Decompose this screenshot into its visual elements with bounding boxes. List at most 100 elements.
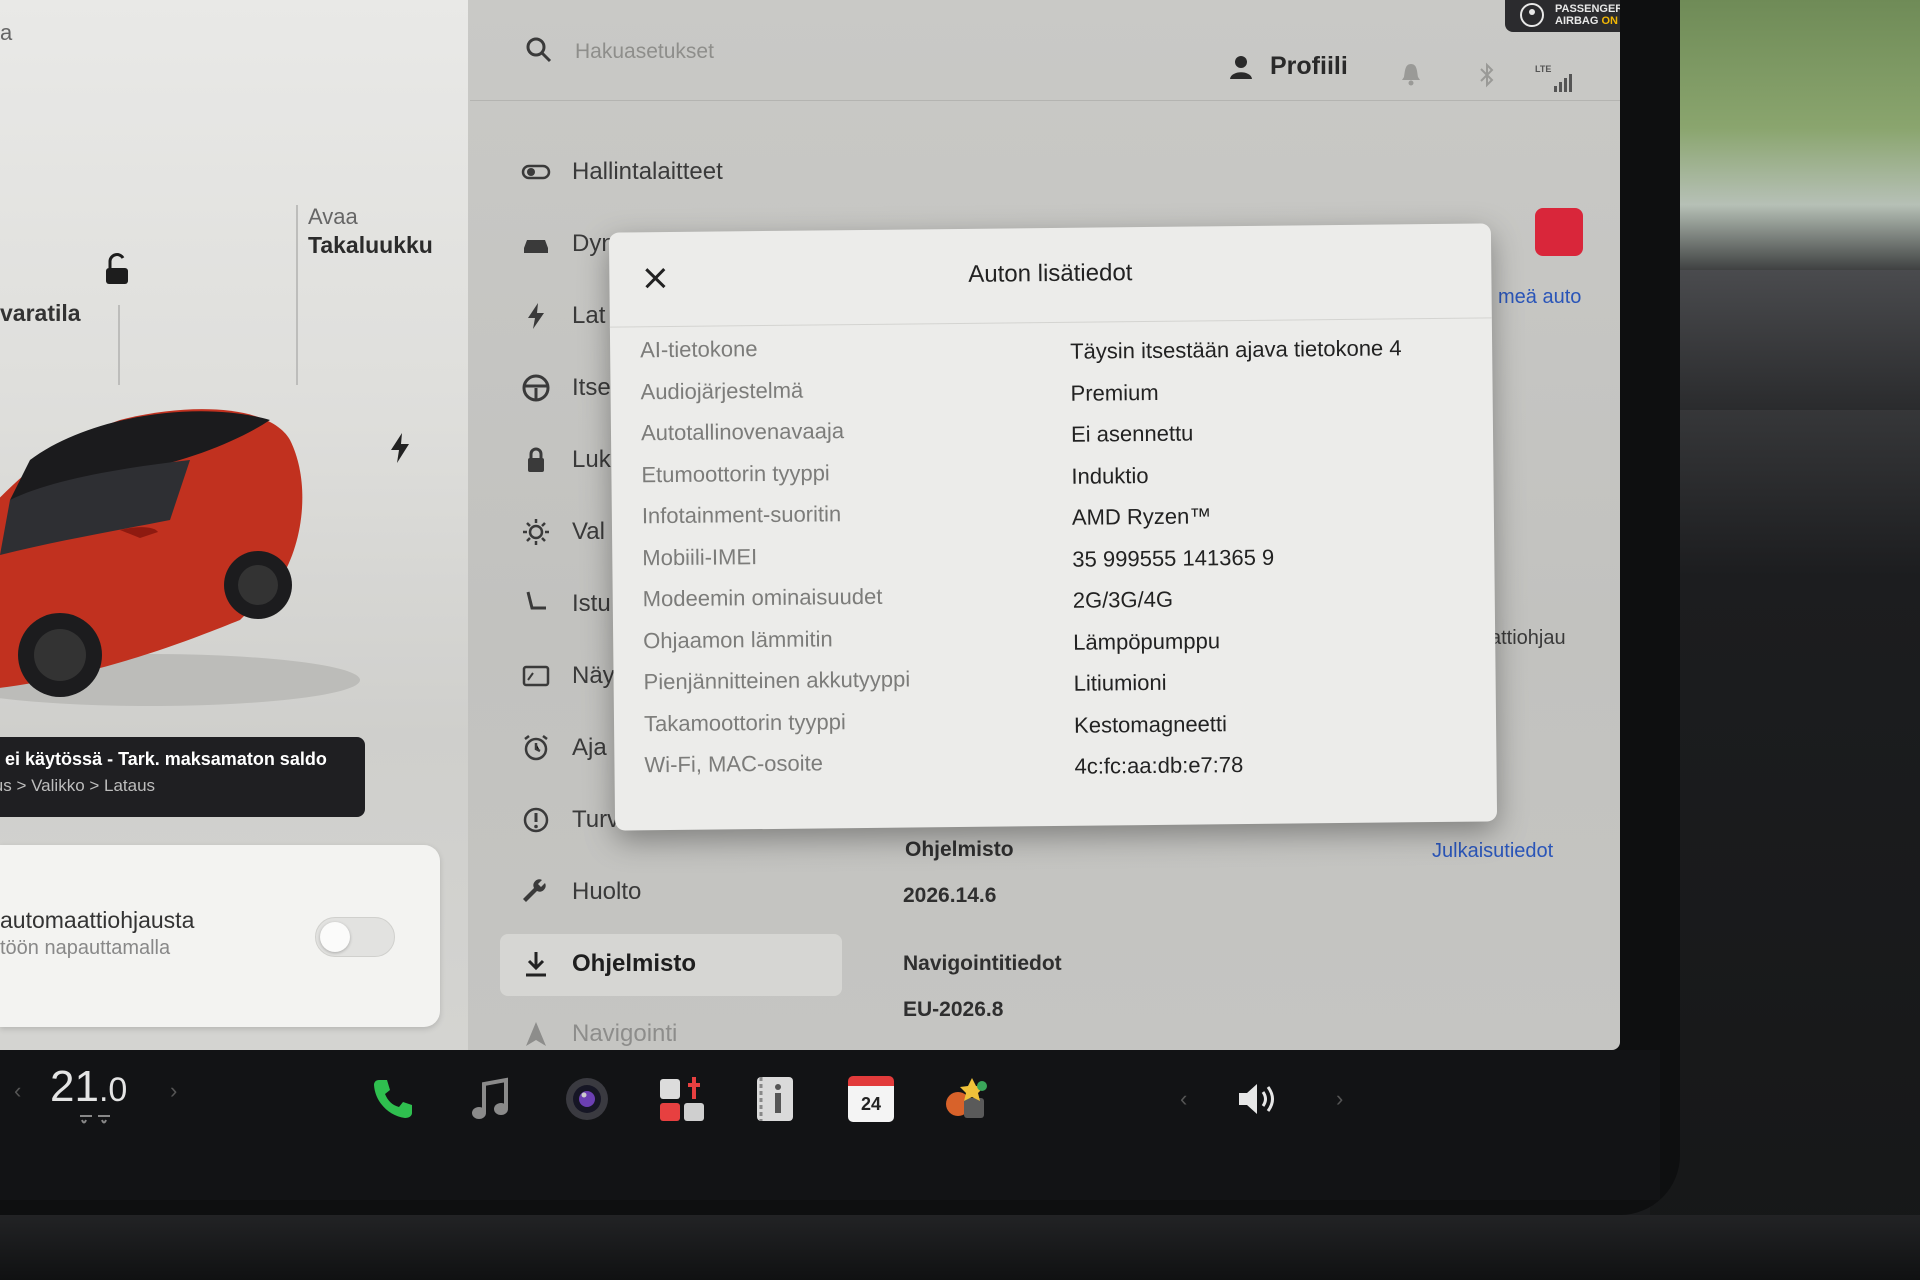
menu-item-controls[interactable]: Hallintalaitteet [520, 156, 723, 188]
menu-item-autopilot[interactable]: Itse [520, 372, 611, 404]
alert-subtitle: lus > Valikko > Lataus [0, 776, 156, 795]
software-label: Ohjelmisto [905, 838, 1014, 861]
bell-icon[interactable] [1400, 62, 1422, 86]
detail-row: Wi-Fi, MAC-osoite 4c:fc:aa:db:e7:78 [644, 744, 1474, 794]
detail-value: Kestomagneetti [1073, 710, 1228, 738]
menu-item-charging[interactable]: Lat [520, 300, 605, 332]
toybox-button[interactable] [655, 1072, 709, 1126]
autopilot-text: attiohjau [1490, 627, 1566, 649]
menu-item-display[interactable]: Näy [520, 660, 615, 692]
steering-wheel-icon [522, 374, 550, 402]
seat-icon [526, 591, 546, 610]
phone-button[interactable] [365, 1072, 419, 1126]
car-image [0, 409, 360, 706]
release-notes-link[interactable]: Julkaisutiedot [1432, 840, 1553, 863]
dialog-title: Auton lisätiedot [968, 259, 1133, 288]
open-trunk-button[interactable]: Takaluukku [308, 232, 433, 259]
cut-label: a [0, 20, 13, 45]
detail-label: Modeemin ominaisuudet [642, 583, 883, 612]
detail-label: Ohjaamon lämmitin [643, 625, 833, 653]
temp-up-chevron-icon[interactable]: › [170, 1078, 177, 1104]
menu-item-seats[interactable]: Istu [520, 588, 611, 620]
info-manual-icon [757, 1077, 793, 1121]
detail-label: Wi-Fi, MAC-osoite [644, 750, 824, 778]
detail-value: Ei asennettu [1070, 420, 1194, 447]
menu-item-lights[interactable]: Val [520, 516, 605, 548]
detail-value: Lämpöpumppu [1073, 627, 1221, 655]
camera-icon [566, 1078, 608, 1120]
menu-label: Itse [572, 374, 611, 401]
menu-label: Istu [572, 590, 611, 617]
car-name-link[interactable]: meä auto [1498, 286, 1581, 309]
software-version: 2026.14.6 [903, 884, 997, 907]
cabin-temperature[interactable]: 21.0 [50, 1062, 127, 1112]
speaker-icon [1239, 1084, 1274, 1114]
bluetooth-icon[interactable] [1478, 62, 1496, 88]
menu-label: Lat [572, 302, 606, 329]
alert-title: s ei käytössä - Tark. maksamaton saldo [0, 749, 327, 769]
manual-button[interactable] [748, 1072, 802, 1126]
profile-button[interactable]: Profiili [1228, 52, 1348, 81]
details-list: AI-tietokone Täysin itsestään ajava tieto… [640, 329, 1475, 794]
person-icon [1230, 55, 1252, 79]
signal-status: LTE [1535, 64, 1577, 92]
temp-down-chevron-icon[interactable]: ‹ [14, 1078, 21, 1104]
temperature-dec: .0 [98, 1071, 128, 1109]
red-badge [1535, 208, 1583, 256]
volume-down-chevron-icon[interactable]: ‹ [1180, 1086, 1187, 1112]
app-launcher-icon [946, 1078, 987, 1118]
music-note-icon [472, 1077, 508, 1119]
app-launcher-button[interactable] [940, 1072, 994, 1126]
toybox-icon [660, 1077, 704, 1121]
autopilot-card[interactable]: automaattiohjausta töön napauttamalla [0, 845, 440, 1027]
frunk-label[interactable]: varatila [0, 300, 81, 327]
detail-value: Premium [1070, 379, 1159, 406]
navigation-data-label: Navigointitiedot [903, 952, 1062, 975]
detail-label: Mobiili-IMEI [642, 543, 758, 570]
airbag-line1: PASSENGER [1555, 3, 1620, 15]
seat-heater-icon[interactable] [78, 1114, 114, 1130]
settings-search-input[interactable] [575, 36, 975, 68]
camera-button[interactable] [560, 1072, 614, 1126]
detail-value: Litiumioni [1073, 669, 1167, 696]
sun-icon [523, 519, 549, 545]
lte-label: LTE [1535, 64, 1552, 74]
menu-item-service[interactable]: Huolto [520, 876, 641, 908]
menu-item-dynamics[interactable]: Dyn [520, 228, 615, 260]
toggle-icon [521, 164, 551, 180]
volume-button[interactable] [1232, 1072, 1286, 1126]
profile-label: Profiili [1270, 52, 1348, 80]
volume-up-chevron-icon[interactable]: › [1336, 1086, 1343, 1112]
menu-item-navigation[interactable]: Navigointi [520, 1018, 677, 1050]
charge-port-bolt-icon[interactable] [388, 432, 412, 464]
dialog-header: Auton lisätiedot [608, 223, 1492, 328]
lock-icon [528, 447, 544, 472]
menu-label: Luk [572, 446, 611, 473]
menu-item-locks[interactable]: Luk [520, 444, 611, 476]
frunk-pointer-line [118, 305, 120, 385]
detail-value: Täysin itsestään ajava tietokone 4 [1070, 335, 1402, 364]
navigation-data-version: EU-2026.8 [903, 998, 1004, 1021]
menu-label: Navigointi [572, 1020, 678, 1047]
calendar-button[interactable]: 24 [844, 1072, 898, 1126]
detail-value: 35 999555 141365 9 [1072, 544, 1275, 572]
charging-alert[interactable]: s ei käytössä - Tark. maksamaton saldo l… [0, 737, 365, 817]
signal-bars-icon [1554, 74, 1572, 92]
temperature-int: 21 [50, 1062, 99, 1111]
navigation-icon [526, 1022, 546, 1046]
menu-item-software[interactable]: Ohjelmisto [520, 948, 696, 980]
menu-item-schedule[interactable]: Aja [520, 732, 607, 764]
clock-icon [524, 735, 548, 761]
music-button[interactable] [463, 1072, 517, 1126]
phone-icon [374, 1080, 412, 1118]
trunk-label-top: Avaa [308, 204, 358, 229]
download-icon [526, 952, 546, 977]
calendar-icon: 24 [848, 1076, 894, 1122]
window-exterior [1650, 0, 1920, 1280]
autopilot-toggle[interactable] [315, 917, 395, 957]
alert-circle-icon [523, 807, 549, 833]
menu-label: Näy [572, 662, 615, 689]
airbag-icon [1520, 3, 1544, 27]
bolt-icon [528, 303, 544, 329]
unlocked-icon[interactable] [100, 252, 134, 286]
